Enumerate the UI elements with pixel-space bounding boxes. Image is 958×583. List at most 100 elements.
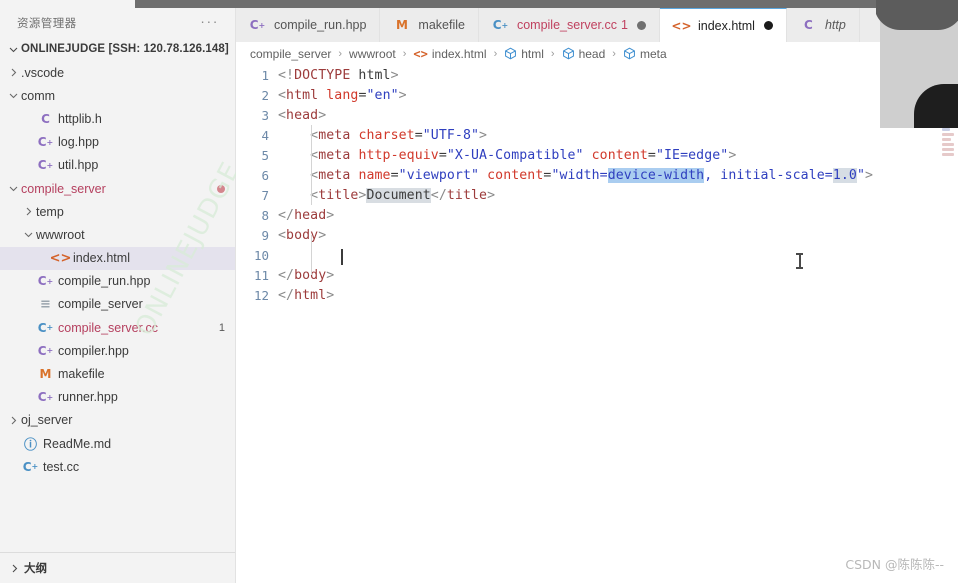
line-number: 6 [261, 167, 269, 183]
code-line[interactable]: 11 </body> [236, 265, 958, 285]
breadcrumb-label: html [521, 46, 544, 61]
tree-item-compile-server-cc[interactable]: C + compile_server.cc 1 [0, 316, 235, 339]
c-file-icon: C [804, 18, 813, 32]
code-line[interactable]: 9 <body> [236, 225, 958, 245]
code-text: <html lang="en"> [278, 87, 407, 103]
explorer-more-icon[interactable]: ··· [198, 14, 221, 31]
breadcrumb-label: index.html [431, 46, 487, 61]
tree-item-makefile[interactable]: Mmakefile [0, 362, 235, 385]
tree-item-temp[interactable]: temp [0, 200, 235, 223]
code-line[interactable]: 5 <meta http-equiv="X-UA-Compatible" con… [236, 145, 958, 165]
tree-item-label: temp [36, 204, 64, 219]
breadcrumb-label: head [578, 46, 606, 61]
file-tree: .vscode comm Chttplib.h C + log.hpp C + util.hpp… [0, 60, 235, 478]
code-text: <head> [278, 107, 327, 123]
code-line[interactable]: 12 </html> [236, 285, 958, 305]
code-line[interactable]: 2 <html lang="en"> [236, 85, 958, 105]
tab-label: index.html [697, 18, 755, 33]
tree-item-index-html[interactable]: <> index.html [0, 246, 235, 270]
tree-item-label: test.cc [43, 459, 80, 474]
cpp-header-file-icon: C + [37, 343, 54, 358]
csdn-watermark: CSDN @陈陈陈-- [845, 557, 944, 572]
tab-label: compile_run.hpp [274, 18, 367, 32]
line-number: 11 [253, 267, 269, 283]
indent-guide [311, 125, 312, 205]
explorer-sidebar: 资源管理器 ··· ONLINEJUDGE [SSH: 120.78.126.1… [0, 8, 246, 583]
breadcrumb-item-html[interactable]: html [504, 47, 544, 61]
tab-compile-run-hpp[interactable]: C + compile_run.hpp [236, 8, 381, 42]
tree-item-compile-server[interactable]: compile_server [0, 177, 235, 200]
line-number: 4 [261, 127, 269, 143]
chevron-down-icon [5, 183, 21, 194]
tree-item-log-hpp[interactable]: C + log.hpp [0, 131, 235, 154]
chevron-right-icon [5, 67, 21, 78]
line-number: 10 [253, 247, 269, 263]
problem-count-badge: 1 [218, 321, 225, 334]
line-number: 8 [261, 207, 269, 223]
tree-item-wwwroot[interactable]: wwwroot [0, 223, 235, 246]
tree-item-compile-server[interactable]: ≡ compile_server [0, 293, 235, 316]
outline-panel-header[interactable]: 大纲 [0, 552, 235, 583]
line-number: 7 [261, 187, 269, 203]
code-lines[interactable]: 1 <!DOCTYPE html> 2 <html lang="en"> 3 <head>… [236, 65, 958, 305]
window-title-strip [0, 0, 958, 8]
code-editor[interactable]: 1 <!DOCTYPE html> 2 <html lang="en"> 3 <head>… [236, 65, 958, 583]
cpp-source-file-icon: C + [22, 459, 39, 474]
workspace-root-row[interactable]: ONLINEJUDGE [SSH: 120.78.126.148] [0, 38, 235, 60]
breadcrumb-item-index-html[interactable]: <> index.html [413, 47, 486, 61]
tree-item-label: index.html [73, 251, 130, 266]
binary-file-icon: ≡ [40, 296, 51, 312]
code-line[interactable]: 6 <meta name="viewport" content="width=d… [236, 165, 958, 185]
chevron-right-icon [20, 206, 36, 217]
tree-item-label: log.hpp [58, 135, 100, 150]
minimap[interactable] [942, 123, 954, 169]
code-line[interactable]: 7 <title>Document</title> [236, 185, 958, 205]
breadcrumb-item-wwwroot[interactable]: wwwroot [349, 47, 396, 61]
cpp-source-file-icon: C + [37, 320, 54, 335]
tree-item-runner-hpp[interactable]: C + runner.hpp [0, 386, 235, 409]
code-text: </body> [278, 267, 335, 283]
tab-index-html[interactable]: <> index.html [659, 8, 787, 42]
outline-panel-label: 大纲 [24, 561, 47, 575]
tab-dirty-indicator[interactable] [763, 21, 773, 30]
tree-item-label: compile_server.cc [58, 320, 159, 335]
breadcrumb-separator: › [550, 47, 555, 60]
breadcrumb-item-meta[interactable]: meta [623, 47, 667, 61]
breadcrumb-label: meta [639, 46, 667, 61]
tree-item-comm[interactable]: comm [0, 84, 235, 107]
tab-makefile[interactable]: Mmakefile [380, 8, 479, 42]
breadcrumb-item-compile-server[interactable]: compile_server [250, 47, 331, 61]
tab-compile-server-cc[interactable]: C + compile_server.cc 1 [478, 8, 660, 42]
chevron-down-icon [5, 90, 21, 101]
code-line[interactable]: 1 <!DOCTYPE html> [236, 65, 958, 85]
tab-http[interactable]: Chttp [786, 8, 860, 42]
tree-item--vscode[interactable]: .vscode [0, 61, 235, 84]
tree-item-readme-md[interactable]: ⓘ ReadMe.md [0, 432, 235, 455]
code-line[interactable]: 8 </head> [236, 205, 958, 225]
code-line[interactable]: 10 [236, 245, 958, 265]
line-number: 9 [261, 227, 269, 243]
tree-item-util-hpp[interactable]: C + util.hpp [0, 154, 235, 177]
code-line[interactable]: 3 <head> [236, 105, 958, 125]
line-number: 3 [261, 107, 269, 123]
tab-label: makefile [418, 18, 465, 32]
editor-tab-bar: C + compile_run.hpp Mmakefile C + compile_serv… [236, 8, 958, 42]
breadcrumb-item-head[interactable]: head [562, 46, 606, 61]
tree-item-label: makefile [58, 367, 105, 382]
tab-dirty-indicator[interactable] [636, 20, 646, 30]
tree-item-httplib-h[interactable]: Chttplib.h [0, 107, 235, 130]
tree-item-oj-server[interactable]: oj_server [0, 409, 235, 432]
breadcrumb-separator: › [338, 47, 343, 60]
code-line[interactable]: 4 <meta charset="UTF-8"> [236, 125, 958, 145]
chevron-down-icon [5, 44, 21, 55]
makefile-icon: M [395, 18, 408, 32]
tree-item-test-cc[interactable]: C + test.cc [0, 455, 235, 478]
text-caret [341, 249, 343, 265]
tree-item-compiler-hpp[interactable]: C + compiler.hpp [0, 339, 235, 362]
breadcrumb-separator: › [402, 47, 407, 60]
tree-item-label: compile_server [58, 297, 143, 312]
breadcrumb-separator: › [493, 47, 498, 60]
tree-item-compile-run-hpp[interactable]: C + compile_run.hpp [0, 270, 235, 293]
line-number: 1 [261, 67, 269, 83]
code-text: <meta http-equiv="X-UA-Compatible" conte… [310, 147, 737, 163]
